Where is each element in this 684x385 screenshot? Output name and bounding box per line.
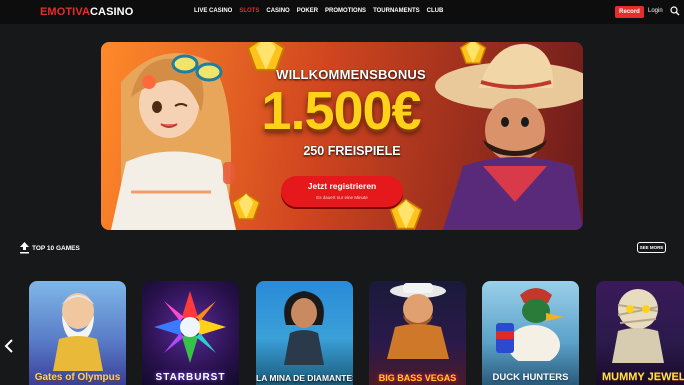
game-title: BIG BASS VEGAS <box>378 373 457 383</box>
login-link[interactable]: Login <box>648 8 663 14</box>
section-title: TOP 10 GAMES <box>32 245 80 252</box>
main-nav: LIVE CASINO SLOTS CASINO POKER PROMOTION… <box>194 8 443 14</box>
zeus-artwork <box>53 293 103 371</box>
casino-page: { "header": { "logo_part1": "EMOTIVA", "… <box>0 0 684 385</box>
nav-tournaments[interactable]: TOURNAMENTS <box>373 8 420 14</box>
starburst-gems-artwork <box>154 291 226 363</box>
anime-girl-illustration <box>111 53 236 230</box>
game-title: DUCK HUNTERS <box>492 372 569 383</box>
logo-text-casino: CASINO <box>90 6 134 18</box>
game-title: LA MINA DE DIAMANTES <box>256 373 353 383</box>
register-button[interactable]: Jetzt registrieren Es dauert nur eine Mi… <box>281 176 403 207</box>
game-card-gates-of-olympus[interactable]: Gates of Olympus <box>29 281 126 385</box>
bonus-amount: 1.500€ <box>261 81 421 141</box>
gold-gem-decoration <box>459 42 487 64</box>
nav-poker[interactable]: POKER <box>297 8 318 14</box>
duck-artwork <box>496 288 564 361</box>
register-button-subtext: Es dauert nur eine Minute <box>316 195 368 200</box>
game-card-big-bass-vegas[interactable]: BIG BASS VEGAS <box>369 281 466 385</box>
fisherman-artwork <box>387 283 449 359</box>
game-card-starburst[interactable]: STARBURST <box>142 281 239 385</box>
nav-casino[interactable]: CASINO <box>266 8 289 14</box>
register-button-label: Jetzt registrieren <box>307 181 377 191</box>
game-title: STARBURST <box>155 372 226 383</box>
welcome-bonus-banner[interactable]: WILLKOMMENSBONUS 1.500€ 250 FREISPIELE J… <box>101 42 583 230</box>
see-more-button[interactable]: SEE MORE <box>637 242 666 253</box>
record-button[interactable]: Record <box>615 6 644 18</box>
gold-gem-decoration <box>231 192 261 220</box>
logo-text-emotiva: EMOTIVA <box>40 6 90 18</box>
game-card-la-mina-de-diamantes[interactable]: LA MINA DE DIAMANTES <box>256 281 353 385</box>
search-icon[interactable] <box>670 6 680 16</box>
nav-promotions[interactable]: PROMOTIONS <box>325 8 366 14</box>
nav-slots[interactable]: SLOTS <box>239 8 259 14</box>
game-title: Gates of Olympus <box>34 372 121 383</box>
free-spins-label: 250 FREISPIELE <box>303 144 401 158</box>
nav-club[interactable]: CLUB <box>427 8 444 14</box>
emotiva-logo[interactable]: EMOTIVACASINO <box>40 6 133 18</box>
top-header: EMOTIVACASINO LIVE CASINO SLOTS CASINO P… <box>0 0 684 24</box>
top-arrow-icon <box>20 242 29 254</box>
chevron-left-icon[interactable] <box>4 338 14 354</box>
game-card-duck-hunters[interactable]: DUCK HUNTERS <box>482 281 579 385</box>
game-title: MUMMY JEWELS <box>602 371 684 383</box>
nav-live-casino[interactable]: LIVE CASINO <box>194 8 232 14</box>
mummy-artwork <box>612 289 664 363</box>
miner-woman-artwork <box>284 291 324 365</box>
game-card-mummy-jewels[interactable]: MUMMY JEWELS <box>596 281 684 385</box>
